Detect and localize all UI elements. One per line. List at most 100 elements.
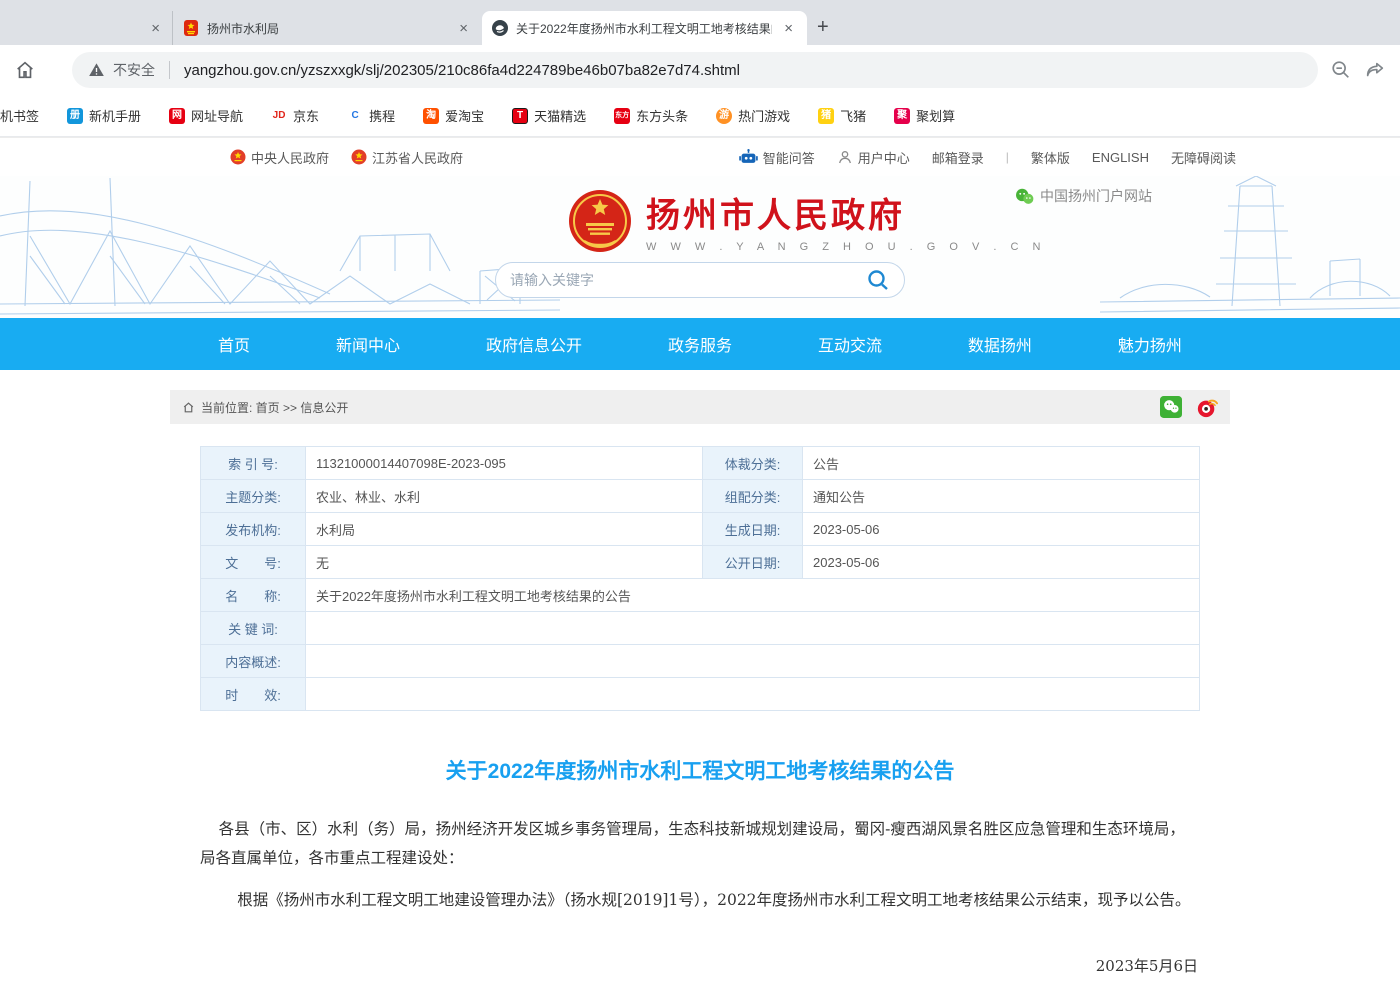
divider: | <box>1006 150 1009 164</box>
meta-label: 内容概述: <box>201 645 306 678</box>
link-central-gov[interactable]: 中央人民政府 <box>230 148 329 167</box>
gov-emblem-icon <box>230 149 246 165</box>
nav-info-disclosure[interactable]: 政府信息公开 <box>486 332 582 356</box>
table-row: 关 键 词: <box>201 612 1200 645</box>
nav-interaction[interactable]: 互动交流 <box>818 332 882 356</box>
article: 关于2022年度扬州市水利工程文明工地考核结果的公告 各县（市、区）水利（务）局… <box>170 755 1230 997</box>
browser-toolbar: 不安全 yangzhou.gov.cn/yzszxxgk/slj/202305/… <box>0 45 1400 95</box>
bookmark-item[interactable]: 机书签 <box>0 106 53 125</box>
tab-active-announcement[interactable]: 关于2022年度扬州市水利工程文明工地考核结果的公告 × <box>482 11 807 45</box>
table-row: 主题分类: 农业、林业、水利 组配分类: 通知公告 <box>201 480 1200 513</box>
browser-logo-icon <box>492 20 508 36</box>
article-title: 关于2022年度扬州市水利工程文明工地考核结果的公告 <box>200 755 1200 785</box>
nav-data[interactable]: 数据扬州 <box>968 332 1032 356</box>
meta-table-section: 索 引 号: 11321000014407098E-2023-095 体裁分类:… <box>170 424 1230 711</box>
bookmark-favicon: 淘 <box>423 108 439 124</box>
bookmark-item[interactable]: JD 京东 <box>257 106 333 125</box>
meta-value: 无 <box>306 546 703 579</box>
robot-icon <box>739 149 758 166</box>
bookmark-item[interactable]: 淘 爱淘宝 <box>409 106 498 125</box>
bookmark-item[interactable]: 猪 飞猪 <box>804 106 880 125</box>
bookmark-item[interactable]: 东方 东方头条 <box>600 106 702 125</box>
meta-value: 关于2022年度扬州市水利工程文明工地考核结果的公告 <box>306 579 1200 612</box>
bookmark-item[interactable]: 游 热门游戏 <box>702 106 804 125</box>
address-bar[interactable]: 不安全 yangzhou.gov.cn/yzszxxgk/slj/202305/… <box>72 52 1318 88</box>
meta-value: 水利局 <box>306 513 703 546</box>
site-name: 扬州市人民政府 <box>646 188 1046 237</box>
divider <box>169 61 170 79</box>
meta-value <box>306 645 1200 678</box>
bookmark-item[interactable]: 聚 聚划算 <box>880 106 969 125</box>
wechat-share-icon[interactable] <box>1160 396 1182 418</box>
site-domain: W W W . Y A N G Z H O U . G O V . C N <box>646 241 1046 253</box>
bookmark-item[interactable]: 网 网址导航 <box>155 106 257 125</box>
link-mail-login[interactable]: 邮箱登录 <box>932 148 984 167</box>
meta-value: 11321000014407098E-2023-095 <box>306 447 703 480</box>
meta-value: 通知公告 <box>803 480 1200 513</box>
site-search <box>495 262 905 298</box>
nav-charm[interactable]: 魅力扬州 <box>1118 332 1182 356</box>
meta-value <box>306 678 1200 711</box>
gov-emblem-icon <box>183 20 199 36</box>
bookmark-item[interactable]: 册 新机手册 <box>53 106 155 125</box>
browser-tab-bar: × 扬州市水利局 × 关于2022年度扬州市水利工程文明工地考核结果的公告 × … <box>0 0 1400 45</box>
table-row: 发布机构: 水利局 生成日期: 2023-05-06 <box>201 513 1200 546</box>
nav-home[interactable]: 首页 <box>218 332 250 356</box>
search-icon[interactable] <box>866 268 890 292</box>
meta-label: 体裁分类: <box>703 447 803 480</box>
user-icon <box>837 149 853 165</box>
link-user-center[interactable]: 用户中心 <box>837 148 910 167</box>
meta-label: 公开日期: <box>703 546 803 579</box>
close-icon[interactable]: × <box>147 19 164 38</box>
meta-label: 文 号: <box>201 546 306 579</box>
nav-news[interactable]: 新闻中心 <box>336 332 400 356</box>
gov-emblem-icon <box>351 149 367 165</box>
tab-title: 关于2022年度扬州市水利工程文明工地考核结果的公告 <box>516 20 772 37</box>
link-english[interactable]: ENGLISH <box>1092 150 1149 165</box>
article-date: 2023年5月6日 <box>200 955 1200 976</box>
search-input[interactable] <box>510 272 866 288</box>
bookmark-favicon: JD <box>271 108 287 124</box>
link-smart-qa[interactable]: 智能问答 <box>739 148 815 167</box>
link-jiangsu-gov[interactable]: 江苏省人民政府 <box>351 148 463 167</box>
page-content: 当前位置: 首页 >> 信息公开 索 引 号: 1132100001440709… <box>170 390 1230 997</box>
national-emblem-icon <box>568 189 632 253</box>
close-icon[interactable]: × <box>455 19 472 38</box>
nav-services[interactable]: 政务服务 <box>668 332 732 356</box>
breadcrumb: 当前位置: 首页 >> 信息公开 <box>170 390 1230 424</box>
new-tab-button[interactable]: + <box>807 16 843 45</box>
portal-label[interactable]: 中国扬州门户网站 <box>1015 186 1152 206</box>
close-icon[interactable]: × <box>780 19 797 38</box>
table-row: 名 称: 关于2022年度扬州市水利工程文明工地考核结果的公告 <box>201 579 1200 612</box>
table-row: 索 引 号: 11321000014407098E-2023-095 体裁分类:… <box>201 447 1200 480</box>
bookmark-item[interactable]: C 携程 <box>333 106 409 125</box>
link-traditional[interactable]: 繁体版 <box>1031 148 1070 167</box>
site-banner: 扬州市人民政府 W W W . Y A N G Z H O U . G O V … <box>0 176 1400 318</box>
meta-value: 公告 <box>803 447 1200 480</box>
zoom-out-icon[interactable] <box>1330 59 1352 81</box>
article-paragraph: 根据《扬州市水利工程文明工地建设管理办法》（扬水规[2019]1号），2022年… <box>200 886 1200 915</box>
url-text[interactable]: yangzhou.gov.cn/yzszxxgk/slj/202305/210c… <box>184 62 740 79</box>
breadcrumb-text[interactable]: 当前位置: 首页 >> 信息公开 <box>201 399 348 416</box>
meta-value: 2023-05-06 <box>803 513 1200 546</box>
weibo-share-icon[interactable] <box>1196 396 1218 418</box>
article-paragraph: 各县（市、区）水利（务）局，扬州经济开发区城乡事务管理局，生态科技新城规划建设局… <box>200 815 1200 872</box>
tab-shuiliju[interactable]: 扬州市水利局 × <box>172 11 482 45</box>
gov-top-bar: 中央人民政府 江苏省人民政府 智能问答 用户中心 邮箱登录 | 繁体版 ENGL… <box>0 137 1400 176</box>
bookmark-favicon: T <box>512 108 528 124</box>
bookmark-favicon: 东方 <box>614 108 630 124</box>
bookmark-favicon: 游 <box>716 108 732 124</box>
home-icon[interactable] <box>14 59 36 81</box>
table-row: 时 效: <box>201 678 1200 711</box>
meta-value: 2023-05-06 <box>803 546 1200 579</box>
share-icon[interactable] <box>1364 59 1386 81</box>
link-accessible[interactable]: 无障碍阅读 <box>1171 148 1236 167</box>
table-row: 文 号: 无 公开日期: 2023-05-06 <box>201 546 1200 579</box>
document-meta-table: 索 引 号: 11321000014407098E-2023-095 体裁分类:… <box>200 446 1200 711</box>
site-logo[interactable]: 扬州市人民政府 W W W . Y A N G Z H O U . G O V … <box>568 188 1046 253</box>
tab-partial[interactable]: × <box>0 11 172 45</box>
bookmark-item[interactable]: T 天猫精选 <box>498 106 600 125</box>
bookmark-favicon: C <box>347 108 363 124</box>
security-label[interactable]: 不安全 <box>113 60 155 80</box>
bookmark-favicon: 册 <box>67 108 83 124</box>
